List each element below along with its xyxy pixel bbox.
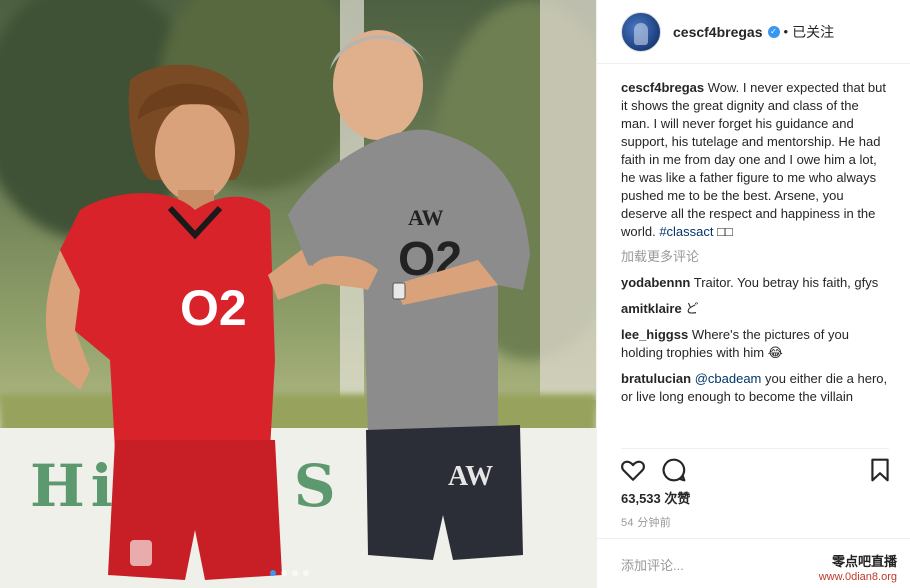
comment-username[interactable]: bratulucian — [621, 371, 691, 386]
watermark-url: www.0dian8.org — [818, 571, 897, 583]
like-count[interactable]: 63,533 次赞 — [621, 488, 690, 507]
caption-trailing-glyphs: □□ — [717, 224, 733, 239]
author-username[interactable]: cescf4bregas — [673, 24, 763, 40]
coach-in-grey-kit: O2 AW AW — [268, 30, 530, 560]
separator-dot: • — [783, 24, 789, 39]
comment-item: amitklaire ど — [621, 300, 891, 318]
caption-username[interactable]: cescf4bregas — [621, 80, 704, 95]
shorts-initials: AW — [448, 461, 493, 492]
comment-username[interactable]: amitklaire — [621, 301, 682, 316]
post-timestamp[interactable]: 54 分钟前 — [621, 514, 671, 530]
comment-item: lee_higgss Where's the pictures of you h… — [621, 326, 891, 362]
site-watermark: 零点吧直播 www.0dian8.org — [819, 551, 897, 583]
carousel-dot[interactable] — [303, 570, 309, 576]
player-in-red-kit: O2 — [45, 64, 282, 580]
comment-item: bratulucian @cbadeam you either die a he… — [621, 370, 891, 406]
bookmark-icon[interactable] — [867, 457, 893, 483]
comment-username[interactable]: yodabennn — [621, 275, 690, 290]
post-side-panel: cescf4bregas ✓ • 已关注 cescf4bregas Wow. I… — [596, 0, 910, 588]
add-comment-bar[interactable]: 添加评论... 零点吧直播 www.0dian8.org — [597, 538, 910, 588]
post-header: cescf4bregas ✓ • 已关注 — [597, 0, 910, 64]
caption-text: Wow. I never expected that but it shows … — [621, 80, 887, 239]
action-bar — [621, 448, 889, 488]
author-avatar[interactable] — [621, 11, 661, 52]
post-photo[interactable]: Hi T F S O2 O2 AW AW — [0, 0, 596, 588]
carousel-dot-active[interactable] — [270, 570, 276, 576]
shirt-sponsor-logo: O2 — [180, 280, 247, 336]
caption-hashtag[interactable]: #classact — [659, 224, 713, 239]
following-button[interactable]: 已关注 — [792, 22, 834, 42]
post-caption: cescf4bregas Wow. I never expected that … — [621, 79, 891, 241]
load-more-comments-link[interactable]: 加载更多评论 — [621, 248, 891, 266]
background-building — [540, 0, 596, 400]
comment-username[interactable]: lee_higgss — [621, 327, 688, 342]
comment-text: Traitor. You betray his faith, gfys — [693, 275, 879, 290]
carousel-dot[interactable] — [281, 570, 287, 576]
comment-item: yodabennn Traitor. You betray his faith,… — [621, 274, 891, 292]
heart-icon[interactable] — [620, 457, 646, 483]
watermark-title: 零点吧直播 — [831, 554, 897, 569]
carousel-indicator[interactable] — [270, 570, 309, 576]
comment-bubble-icon[interactable] — [661, 457, 687, 483]
add-comment-input[interactable]: 添加评论... — [621, 555, 684, 574]
comment-text: ど — [685, 301, 699, 316]
comments-list: cescf4bregas Wow. I never expected that … — [621, 79, 891, 406]
carousel-dot[interactable] — [292, 570, 298, 576]
shirt-initials: AW — [408, 205, 443, 230]
comment-mention[interactable]: @cbadeam — [695, 371, 762, 386]
verified-badge-icon: ✓ — [767, 25, 780, 38]
